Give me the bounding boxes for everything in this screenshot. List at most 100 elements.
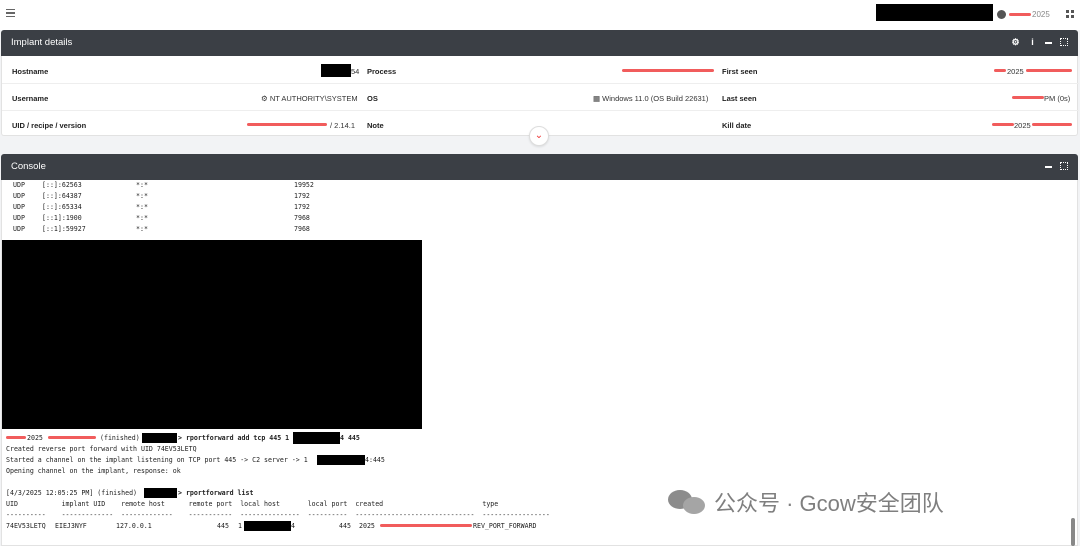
table-header: UID implant UID remote host remote port … — [6, 500, 499, 508]
windows-icon: ▦ — [593, 94, 603, 103]
uid-label: UID / recipe / version — [12, 121, 87, 130]
redacted-block — [317, 455, 365, 465]
udp-local: [::]:65334 — [42, 203, 82, 211]
table-cell-uid: 74EV53LETQ — [6, 522, 46, 530]
redacted-scribble — [48, 436, 96, 439]
udp-pid: 7968 — [294, 214, 310, 222]
username-label: Username — [12, 94, 49, 103]
table-cell-remote-port: 445 — [217, 522, 229, 530]
udp-remote: *:* — [136, 181, 148, 189]
console-scrollbar[interactable] — [1071, 518, 1075, 546]
redacted-scribble — [380, 524, 472, 527]
udp-proto: UDP — [13, 214, 25, 222]
cmd2-prefix: [4/3/2025 12:05:25 PM] (finished) — [6, 489, 138, 497]
top-bar: 2025 — [0, 0, 1080, 30]
udp-remote: *:* — [136, 225, 148, 233]
details-row: Username ⚙ NT AUTHORITY\SYSTEM OS ▦ Wind… — [2, 84, 1079, 111]
redacted-block — [293, 432, 340, 444]
redacted-scribble — [1026, 69, 1072, 72]
os-label: OS — [367, 94, 378, 103]
kill-date-label: Kill date — [722, 121, 752, 130]
gear-icon[interactable]: ⚙ — [1011, 38, 1020, 47]
wechat-icon — [668, 488, 708, 516]
apps-grid-icon[interactable] — [1066, 10, 1074, 18]
info-icon[interactable]: i — [1028, 38, 1037, 47]
udp-pid: 1792 — [294, 203, 310, 211]
udp-pid: 7968 — [294, 225, 310, 233]
table-cell-remote-host: 127.0.0.1 — [116, 522, 152, 530]
udp-remote: *:* — [136, 192, 148, 200]
watermark-text: 公众号 · Gcow安全团队 — [714, 491, 944, 516]
table-cell-created: 2025 — [359, 522, 375, 530]
os-text: Windows 11.0 (OS Build 22631) — [602, 94, 709, 103]
table-cell-local-host: 1 — [238, 522, 242, 530]
redacted-scribble — [247, 123, 327, 126]
panel-title: Console — [11, 161, 46, 172]
last-seen-label: Last seen — [722, 94, 757, 103]
redacted-block — [876, 4, 993, 21]
redacted-scribble — [1012, 96, 1044, 99]
cmd1-output-line: Opening channel on the implant, response… — [6, 467, 181, 475]
minimize-icon[interactable] — [1045, 166, 1052, 168]
udp-pid: 1792 — [294, 192, 310, 200]
table-separator: ---------- ------------- ------------- -… — [6, 511, 550, 519]
cmd1-output-line: Started a channel on the implant listeni… — [6, 456, 308, 464]
udp-local: [::1]:59927 — [42, 225, 86, 233]
hostname-label: Hostname — [12, 67, 49, 76]
user-icon[interactable] — [997, 10, 1006, 19]
last-seen-value: PM (0s) — [1044, 94, 1071, 103]
maximize-icon[interactable] — [1060, 38, 1068, 46]
uid-value: / 2.14.1 — [330, 121, 356, 130]
redacted-block — [244, 521, 291, 531]
cmd2-command: > rportforward list — [178, 489, 254, 497]
udp-remote: *:* — [136, 203, 148, 211]
cmd1-command: > rportforward add tcp 445 1 — [178, 434, 290, 442]
redacted-block — [321, 64, 351, 77]
note-label: Note — [367, 121, 384, 130]
redacted-block — [144, 488, 177, 498]
topbar-year: 2025 — [1032, 10, 1050, 19]
gear-icon: ⚙ — [261, 94, 270, 103]
udp-proto: UDP — [13, 192, 25, 200]
udp-local: [::1]:1900 — [42, 214, 82, 222]
redacted-scribble — [1032, 123, 1072, 126]
hostname-value: 54 — [351, 67, 360, 76]
console-header: Console — [1, 154, 1078, 180]
username-text: NT AUTHORITY\SYSTEM — [269, 94, 358, 103]
process-label: Process — [367, 67, 397, 76]
udp-local: [::]:62563 — [42, 181, 82, 189]
redacted-scribble — [6, 436, 26, 439]
expand-chevron-icon[interactable]: ⌄ — [529, 126, 549, 146]
cmd1-suffix: 4 445 — [340, 434, 360, 442]
menu-icon[interactable] — [6, 9, 15, 17]
os-value: ▦ Windows 11.0 (OS Build 22631) — [593, 94, 708, 103]
maximize-icon[interactable] — [1060, 162, 1068, 170]
cmd1-status: (finished) — [100, 434, 140, 442]
table-cell-implant-uid: EIEJ3NYF — [55, 522, 87, 530]
udp-local: [::]:64387 — [42, 192, 82, 200]
redacted-scribble — [622, 69, 714, 72]
table-cell-type: REV_PORT_FORWARD — [473, 522, 537, 530]
minimize-icon[interactable] — [1045, 42, 1052, 44]
redacted-block — [2, 240, 422, 429]
username-value: ⚙ NT AUTHORITY\SYSTEM — [261, 94, 358, 103]
implant-details-header: Implant details ⚙ i — [1, 30, 1078, 56]
redacted-scribble — [992, 123, 1014, 126]
watermark: 公众号 · Gcow安全团队 — [668, 486, 944, 518]
kill-date-value: 2025 — [1014, 121, 1031, 130]
details-row: Hostname 54 Process First seen 2025 — [2, 57, 1079, 84]
udp-pid: 19952 — [294, 181, 314, 189]
cmd1-output-suffix: 4:445 — [365, 456, 385, 464]
redacted-scribble — [994, 69, 1006, 72]
udp-proto: UDP — [13, 181, 25, 189]
redacted-scribble — [1009, 13, 1031, 16]
panel-title: Implant details — [11, 37, 73, 48]
implant-details-body: Hostname 54 Process First seen 2025 User… — [1, 56, 1079, 136]
first-seen-label: First seen — [722, 67, 758, 76]
table-cell-local-host-suffix: 4 — [291, 522, 295, 530]
cmd1-date: 2025 — [27, 434, 43, 442]
table-cell-local-port: 445 — [339, 522, 351, 530]
udp-proto: UDP — [13, 225, 25, 233]
first-seen-value: 2025 — [1007, 67, 1024, 76]
udp-proto: UDP — [13, 203, 25, 211]
